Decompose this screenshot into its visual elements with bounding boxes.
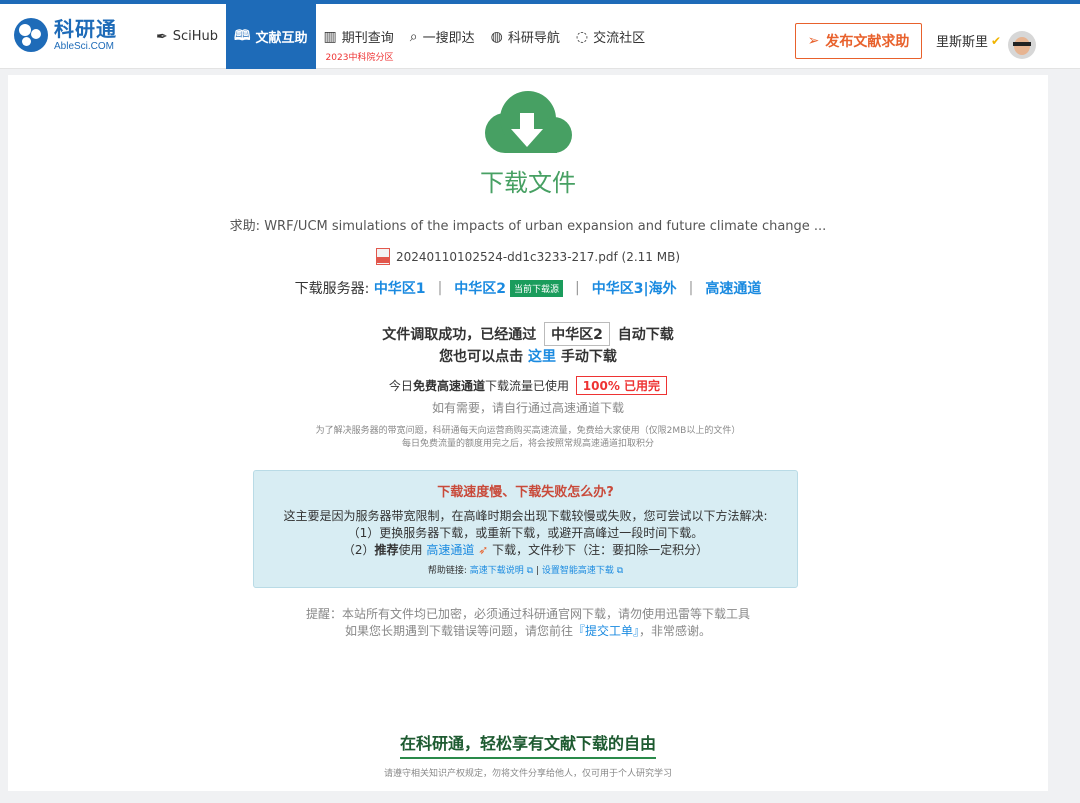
help-line: 这主要是因为服务器带宽限制，在高峰时期会出现下载较慢或失败，您可尝试以下方法解决… — [283, 509, 768, 523]
external-link-icon: ⧉ — [616, 566, 624, 576]
quota-mid: 下载流量已使用 — [484, 379, 569, 393]
help-title: 下载速度慢、下载失败怎么办? — [437, 485, 614, 500]
manual-prefix: 您也可以点击 — [439, 349, 524, 365]
chat-icon: ◌ — [575, 28, 589, 45]
logo-icon — [14, 18, 48, 52]
nav-label: SciHub — [172, 29, 219, 44]
nav-research-guide[interactable]: ◍ 科研导航 — [483, 4, 568, 69]
status-suffix: 自动下载 — [617, 327, 674, 343]
file-name: 20240110102524-dd1c3233-217.pdf — [395, 249, 618, 264]
servers-label: 下载服务器: — [294, 281, 370, 297]
help-line3-mid: 使用 — [398, 543, 423, 557]
manual-download-link[interactable]: 这里 — [528, 349, 556, 365]
quota-bold: 免费高速通道 — [412, 379, 485, 393]
pdf-icon — [375, 248, 390, 265]
page-title: 下载文件 — [480, 169, 576, 197]
smart-download-settings-link[interactable]: 设置智能高速下载 — [542, 566, 614, 576]
external-link-icon: ⧉ — [526, 566, 534, 576]
help-line: （1）更换服务器下载，或重新下载，或避开高峰过一段时间下载。 — [347, 526, 704, 540]
help-line3-bold: 推荐 — [374, 543, 399, 557]
file-size: (2.11 MB) — [621, 249, 681, 264]
server-option[interactable]: 中华区1 — [374, 278, 426, 298]
nav-literature-help[interactable]: 🕮 文献互助 — [226, 4, 316, 69]
reminder-prefix: 如果您长期遇到下载错误等问题，请您前往 — [344, 624, 573, 638]
help-links-label: 帮助链接: — [427, 566, 467, 576]
current-source-badge: 当前下载源 — [510, 279, 564, 297]
help-line3-prefix: （2） — [342, 543, 375, 557]
rocket-icon: ➶ — [478, 543, 489, 557]
download-card: 下载文件 求助: WRF/UCM simulations of the impa… — [8, 75, 1048, 791]
help-links-separator: | — [535, 566, 539, 576]
reminder-line: 提醒：本站所有文件均已加密，必须通过科研通官网下载，请勿使用迅雷等下载工具 — [305, 607, 750, 621]
request-prefix: 求助: — [229, 219, 261, 234]
journal-icon: ▥ — [323, 28, 337, 45]
top-navbar: 科研通 AbleSci.COM ✒ SciHub 🕮 文献互助 ▥ 期刊查询 2… — [0, 0, 1080, 69]
publish-label: 发布文献求助 — [825, 34, 910, 50]
reminder-suffix: ，非常感谢。 — [639, 624, 712, 638]
vip-badge-icon: ✔ — [991, 33, 1002, 48]
nav-label: 科研导航 — [507, 31, 560, 46]
quill-icon: ✒ — [156, 28, 168, 45]
reminder-line: 如果您长期遇到下载错误等问题，请您前往『提交工单』，非常感谢。 — [8, 623, 1048, 640]
nav-community[interactable]: ◌ 交流社区 — [568, 4, 653, 69]
nav-search[interactable]: ⌕ 一搜即达 — [402, 4, 483, 69]
globe-icon: ◍ — [490, 28, 503, 45]
nav-label: 交流社区 — [593, 31, 646, 46]
slogan: 在科研通，轻松享有文献下载的自由 — [399, 730, 656, 759]
cloud-download-icon — [485, 91, 572, 153]
note-line: 每日免费流量的额度用完之后，将会按照常规高速通道扣取积分 — [401, 439, 654, 449]
request-line: 求助: WRF/UCM simulations of the impacts o… — [8, 215, 1048, 234]
reminder: 提醒：本站所有文件均已加密，必须通过科研通官网下载，请勿使用迅雷等下载工具 如果… — [8, 606, 1048, 640]
help-line: （2）推荐使用 高速通道 ➶ 下载，文件秒下（注：要扣除一定积分） — [254, 542, 797, 559]
nav-label: 一搜即达 — [422, 31, 475, 46]
paper-plane-icon: ➢ — [807, 33, 820, 49]
fast-download-doc-link[interactable]: 高速下载说明 — [470, 566, 524, 576]
nav-sub-label: 2023中科院分区 — [325, 53, 394, 63]
manual-suffix: 手动下载 — [560, 349, 617, 365]
footer-note: 请遵守相关知识产权规定，勿将文件分享给他人，仅可用于个人研究学习 — [383, 769, 672, 779]
fast-channel-link[interactable]: 高速通道 — [426, 543, 474, 557]
server-selector: 下载服务器: 中华区1 | 中华区2 当前下载源 | 中华区3|海外 | 高速通… — [294, 278, 762, 298]
status-server: 中华区2 — [544, 322, 610, 346]
submit-ticket-link[interactable]: 『提交工单』 — [573, 624, 639, 638]
logo-subtitle: AbleSci.COM — [54, 40, 115, 52]
help-box: 下载速度慢、下载失败怎么办? 这主要是因为服务器带宽限制，在高峰时期会出现下载较… — [253, 470, 798, 588]
main-nav: ✒ SciHub 🕮 文献互助 ▥ 期刊查询 2023中科院分区 ⌕ 一搜即达 … — [148, 4, 653, 69]
site-logo[interactable]: 科研通 AbleSci.COM — [14, 18, 117, 52]
search-icon: ⌕ — [409, 28, 418, 45]
help-links: 帮助链接: 高速下载说明 ⧉ | 设置智能高速下载 ⧉ — [254, 563, 797, 576]
server-option[interactable]: 中华区2 — [454, 278, 506, 298]
username: 里斯斯里 — [936, 35, 989, 50]
book-icon: 🕮 — [234, 27, 251, 44]
publish-request-button[interactable]: ➢ 发布文献求助 — [795, 23, 922, 59]
avatar[interactable] — [1008, 31, 1036, 59]
manual-download-line: 您也可以点击 这里 手动下载 — [8, 346, 1048, 366]
nav-label: 文献互助 — [255, 31, 308, 46]
bandwidth-note: 为了解决服务器的带宽问题，科研通每天向运营商购买高速流量，免费给大家使用（仅限2… — [8, 425, 1048, 451]
logo-title: 科研通 — [54, 16, 117, 41]
nav-journal-query[interactable]: ▥ 期刊查询 2023中科院分区 — [316, 4, 402, 69]
server-option[interactable]: 高速通道 — [705, 278, 761, 298]
file-info: 20240110102524-dd1c3233-217.pdf (2.11 MB… — [8, 248, 1048, 265]
note-line: 为了解决服务器的带宽问题，科研通每天向运营商购买高速流量，免费给大家使用（仅限2… — [315, 426, 741, 436]
quota-line: 今日免费高速通道下载流量已使用 100% 已用完 — [8, 376, 1048, 395]
status-prefix: 文件调取成功，已经通过 — [382, 327, 537, 343]
user-menu[interactable]: 里斯斯里 ✔ — [936, 31, 1002, 51]
quota-prefix: 今日 — [388, 379, 413, 393]
slogan-wrap: 在科研通，轻松享有文献下载的自由 — [8, 730, 1048, 759]
quota-value: 100% 已用完 — [575, 376, 668, 395]
quota-hint: 如有需要，请自行通过高速通道下载 — [431, 401, 624, 415]
help-line3-suffix: 下载，文件秒下（注：要扣除一定积分） — [492, 543, 709, 557]
status-line: 文件调取成功，已经通过 中华区2 自动下载 — [8, 322, 1048, 346]
server-option[interactable]: 中华区3|海外 — [592, 278, 677, 298]
nav-scihub[interactable]: ✒ SciHub — [148, 4, 226, 69]
nav-label: 期刊查询 — [341, 31, 394, 46]
request-title[interactable]: WRF/UCM simulations of the impacts of ur… — [264, 219, 826, 234]
